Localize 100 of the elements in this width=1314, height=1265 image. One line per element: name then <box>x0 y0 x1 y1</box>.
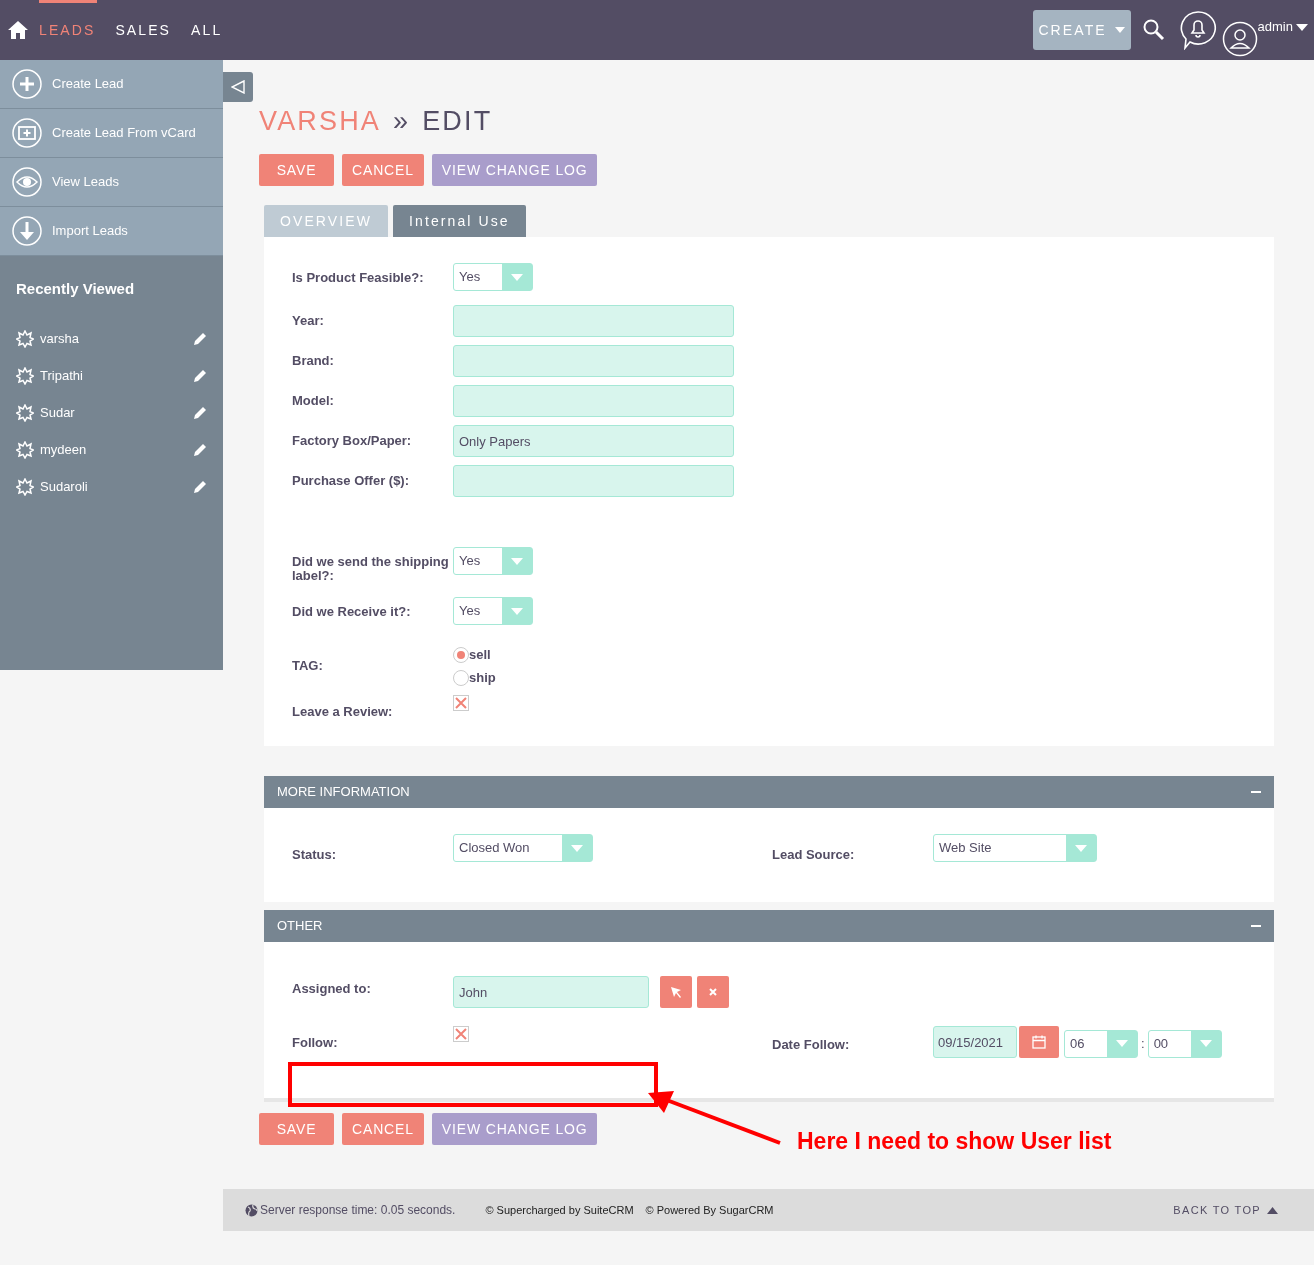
nav-tab[interactable]: ALL <box>191 0 223 60</box>
dropdown[interactable]: Yes <box>453 547 533 575</box>
pencil-icon[interactable] <box>193 480 207 494</box>
dropdown[interactable]: 06 <box>1064 1029 1138 1058</box>
starburst-icon <box>16 330 34 348</box>
starburst-icon <box>16 367 34 385</box>
checkbox[interactable] <box>453 1026 469 1042</box>
date-field[interactable]: 09/15/2021 <box>933 1026 1017 1058</box>
panel-header[interactable]: OTHER <box>264 910 1274 942</box>
starburst-icon <box>16 441 34 459</box>
view-change-log-button[interactable]: VIEW CHANGE LOG <box>431 1113 598 1145</box>
credit-link[interactable]: © Supercharged by SuiteCRM <box>485 1201 634 1219</box>
cancel-button[interactable]: CANCEL <box>342 1113 424 1145</box>
cancel-button[interactable]: CANCEL <box>342 154 424 186</box>
tab[interactable]: Internal Use <box>393 205 526 237</box>
user-avatar-icon[interactable] <box>1221 21 1258 57</box>
globe-icon <box>245 1203 258 1217</box>
back-to-top-link[interactable]: BACK TO TOP <box>1173 1201 1278 1219</box>
field-label: Date Follow: <box>772 1036 851 1052</box>
starburst-icon <box>16 404 34 422</box>
recent-item-link[interactable]: Sudaroli <box>40 477 88 497</box>
caret-icon <box>1066 835 1096 861</box>
save-button[interactable]: SAVE <box>259 1113 334 1145</box>
annotation-text: Here I need to show User list <box>797 1127 1112 1156</box>
dropdown[interactable]: Web Site <box>933 834 1097 862</box>
nav-tab[interactable]: SALES <box>115 0 172 60</box>
nav-tab[interactable]: LEADS <box>39 0 96 60</box>
cursor-arrow-icon <box>670 986 682 998</box>
close-icon <box>708 987 718 997</box>
text-field[interactable] <box>453 345 734 377</box>
server-response-text: Server response time: 0.05 seconds. <box>260 1202 456 1219</box>
field-label: Did we Receive it?: <box>292 603 412 619</box>
home-icon[interactable] <box>8 20 28 40</box>
card-plus-icon <box>12 118 42 148</box>
text-field[interactable] <box>453 465 734 497</box>
select-user-button[interactable] <box>660 976 692 1008</box>
recent-item-link[interactable]: mydeen <box>40 440 87 460</box>
eye-icon <box>12 167 42 197</box>
collapse-sidebar-icon[interactable] <box>223 72 253 102</box>
sidebar-action[interactable]: View Leads <box>0 158 223 207</box>
pencil-icon[interactable] <box>193 369 207 383</box>
save-button[interactable]: SAVE <box>259 154 334 186</box>
caret-icon <box>502 598 532 624</box>
down-arrow-circle-icon <box>12 216 42 246</box>
search-icon[interactable] <box>1142 19 1165 41</box>
pencil-icon[interactable] <box>193 332 207 346</box>
clear-button[interactable] <box>697 976 729 1008</box>
field-label: Leave a Review: <box>292 703 394 719</box>
dropdown[interactable]: 00 <box>1147 1029 1222 1058</box>
text-field[interactable] <box>453 385 734 417</box>
caret-icon <box>1114 27 1125 33</box>
caret-icon <box>502 264 532 290</box>
radio-option[interactable]: ship <box>453 669 496 686</box>
field-label: Is Product Feasible?: <box>292 269 425 285</box>
dropdown[interactable]: Yes <box>453 597 533 625</box>
text-field[interactable]: Only Papers <box>453 425 734 457</box>
up-triangle-icon <box>1267 1206 1278 1214</box>
recent-item-link[interactable]: varsha <box>40 329 80 349</box>
create-button[interactable]: CREATE <box>1032 10 1131 50</box>
calendar-icon[interactable] <box>1019 1026 1059 1058</box>
time-separator: : <box>1141 1034 1145 1053</box>
field-label: Brand: <box>292 354 335 368</box>
checkbox[interactable] <box>453 695 469 711</box>
caret-icon <box>502 548 532 574</box>
record-title: VARSHA <box>259 104 381 138</box>
sidebar-action[interactable]: Create Lead <box>0 60 223 109</box>
breadcrumb-separator: » <box>393 104 411 138</box>
field-label: Lead Source: <box>772 846 856 862</box>
field-label: Factory Box/Paper: <box>292 434 413 448</box>
field-label: Status: <box>292 846 338 862</box>
sidebar-action[interactable]: Create Lead From vCard <box>0 109 223 158</box>
section-heading: Recently Viewed <box>15 279 136 299</box>
caret-icon <box>1107 1030 1137 1057</box>
field-label: Follow: <box>292 1034 339 1050</box>
field-label: Assigned to: <box>292 980 372 996</box>
starburst-icon <box>16 478 34 496</box>
user-menu[interactable]: admin <box>1257 17 1308 37</box>
credit-link[interactable]: © Powered By SugarCRM <box>645 1201 774 1219</box>
field-label: TAG: <box>292 659 324 673</box>
pencil-icon[interactable] <box>193 406 207 420</box>
page-title: EDIT <box>422 104 493 138</box>
field-label: Did we send the shipping label?: <box>292 553 450 583</box>
plus-circle-icon <box>12 69 42 99</box>
caret-icon <box>562 835 592 861</box>
radio-option[interactable]: sell <box>453 646 496 663</box>
field-label: Year: <box>292 314 325 328</box>
notification-bell-icon[interactable] <box>1178 10 1217 50</box>
dropdown[interactable]: Yes <box>453 263 533 291</box>
recent-item-link[interactable]: Tripathi <box>40 366 83 386</box>
caret-icon <box>1296 23 1308 31</box>
caret-icon <box>1190 1030 1221 1057</box>
text-field[interactable]: John <box>453 976 649 1008</box>
text-field[interactable] <box>453 305 734 337</box>
pencil-icon[interactable] <box>193 443 207 457</box>
field-label: Purchase Offer ($): <box>292 474 411 488</box>
field-label: Model: <box>292 394 335 408</box>
dropdown[interactable]: Closed Won <box>453 834 593 862</box>
panel-header[interactable]: MORE INFORMATION <box>264 776 1274 808</box>
view-change-log-button[interactable]: VIEW CHANGE LOG <box>431 154 598 186</box>
recent-item-link[interactable]: Sudar <box>40 403 75 423</box>
